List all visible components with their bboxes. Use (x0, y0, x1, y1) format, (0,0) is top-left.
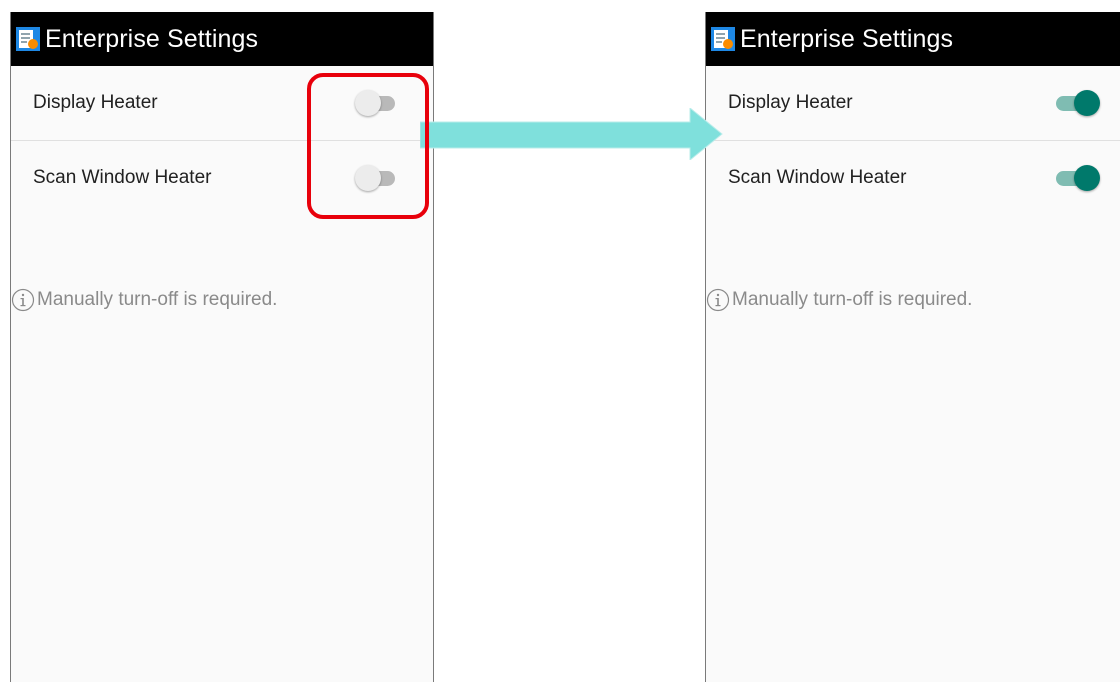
toggle-thumb (1074, 90, 1100, 116)
setting-row-display-heater[interactable]: Display Heater (706, 66, 1120, 141)
setting-label: Display Heater (728, 92, 853, 113)
enterprise-settings-icon (711, 27, 735, 51)
setting-row-scan-window-heater[interactable]: Scan Window Heater (706, 141, 1120, 215)
page-title: Enterprise Settings (740, 24, 954, 53)
toggle-highlight-box (307, 73, 429, 219)
display-heater-toggle[interactable] (1052, 90, 1100, 116)
title-bar: Enterprise Settings (11, 12, 433, 66)
setting-label: Scan Window Heater (33, 167, 212, 188)
enterprise-settings-icon (16, 27, 40, 51)
note-text: Manually turn-off is required. (37, 289, 278, 310)
info-note: Manually turn-off is required. (706, 288, 972, 312)
page-title: Enterprise Settings (45, 24, 259, 53)
title-bar: Enterprise Settings (706, 12, 1120, 66)
info-circle-icon (706, 288, 730, 312)
setting-label: Scan Window Heater (728, 167, 907, 188)
info-circle-icon (11, 288, 35, 312)
right-arrow-icon (420, 108, 723, 160)
toggle-thumb (1074, 165, 1100, 191)
setting-label: Display Heater (33, 92, 158, 113)
info-note: Manually turn-off is required. (11, 288, 277, 312)
note-text: Manually turn-off is required. (732, 289, 973, 310)
right-screen: Enterprise Settings Display Heater Scan … (705, 12, 1120, 682)
scan-window-heater-toggle[interactable] (1052, 165, 1100, 191)
